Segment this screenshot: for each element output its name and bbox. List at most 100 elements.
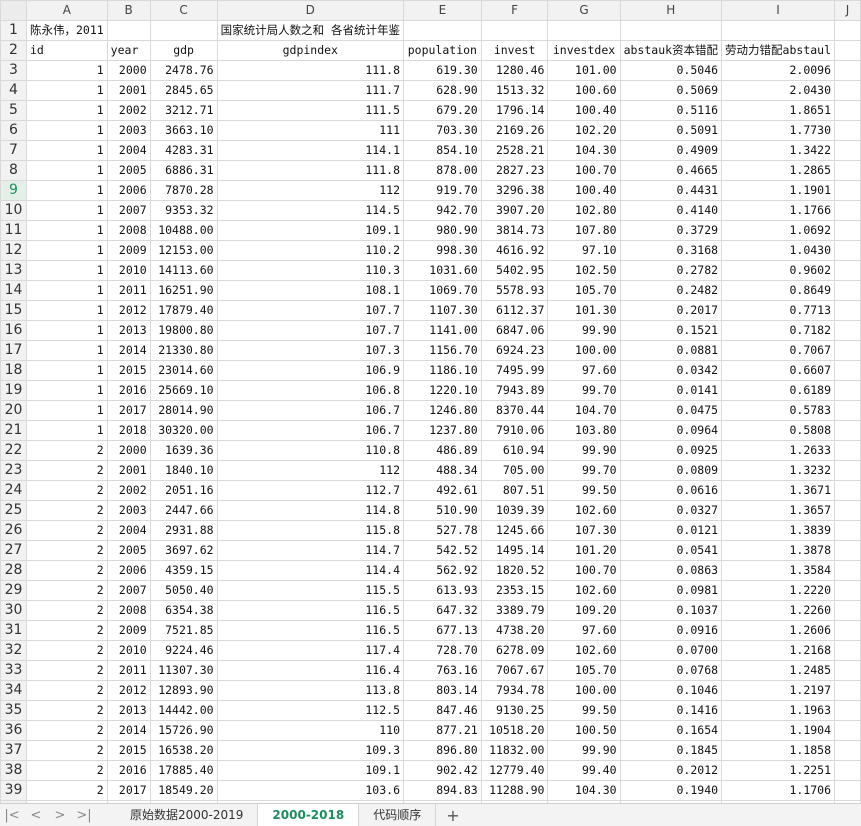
table-cell-investdex[interactable]: 99.90 [547,740,621,761]
header-cell-abstaul[interactable]: 劳动力错配abstaul [721,40,836,61]
row-header[interactable]: 37 [0,740,27,761]
table-cell-abstaul[interactable]: 0.7182 [721,320,836,341]
table-cell-abstaul[interactable]: 2.0096 [721,60,836,81]
table-cell-invest[interactable]: 5578.93 [480,280,549,301]
table-cell-gdp[interactable]: 3697.62 [149,540,218,561]
table-cell-population[interactable]: 527.78 [403,520,482,541]
row-header[interactable]: 21 [0,420,27,441]
table-cell-gdpindex[interactable]: 116.4 [216,660,405,681]
table-cell-year[interactable]: 2001 [106,460,151,481]
table-cell-gdpindex[interactable]: 115.8 [216,520,405,541]
table-cell-invest[interactable]: 3296.38 [480,180,549,201]
row-header[interactable]: 17 [0,340,27,361]
table-cell-investdex[interactable]: 100.70 [547,160,621,181]
table-cell-investdex[interactable]: 99.70 [547,380,621,401]
table-cell-gdpindex[interactable]: 111.8 [216,60,405,81]
table-cell-abstaul[interactable]: 1.3584 [721,560,836,581]
table-cell-population[interactable]: 510.90 [403,500,482,521]
table-cell-empty[interactable] [834,560,861,581]
row-header[interactable]: 6 [0,120,27,141]
table-cell-id[interactable]: 1 [25,380,108,401]
table-cell-abstauk[interactable]: 0.1521 [619,320,723,341]
header-cell-gdp[interactable]: gdp [149,40,218,61]
table-cell-gdp[interactable]: 10488.00 [149,220,218,241]
table-cell-abstaul[interactable]: 1.2485 [721,660,836,681]
row-header[interactable]: 11 [0,220,27,241]
table-cell-empty[interactable] [834,260,861,281]
table-cell-population[interactable]: 613.93 [403,580,482,601]
table-cell-population[interactable]: 878.00 [403,160,482,181]
table-cell-id[interactable]: 2 [25,600,108,621]
row-header[interactable]: 22 [0,440,27,461]
table-cell-invest[interactable]: 3389.79 [480,600,549,621]
table-cell-gdpindex[interactable]: 110.2 [216,240,405,261]
table-cell-abstauk[interactable]: 0.1046 [619,680,723,701]
table-cell-gdp[interactable]: 6886.31 [149,160,218,181]
table-cell-investdex[interactable]: 102.50 [547,260,621,281]
table-cell-investdex[interactable]: 101.20 [547,540,621,561]
row-header[interactable]: 15 [0,300,27,321]
table-cell-year[interactable]: 2014 [106,720,151,741]
table-cell-investdex[interactable]: 100.40 [547,100,621,121]
table-cell-invest[interactable]: 1039.39 [480,500,549,521]
table-cell-id[interactable]: 1 [25,360,108,381]
row-header[interactable]: 14 [0,280,27,301]
table-cell-abstauk[interactable]: 0.0768 [619,660,723,681]
table-cell-population[interactable]: 679.20 [403,100,482,121]
row-header[interactable]: 31 [0,620,27,641]
sheet-tab-code-order[interactable]: 代码顺序 [359,804,437,826]
table-cell-abstaul[interactable]: 1.2606 [721,620,836,641]
sheet-tab-2000-2018[interactable]: 2000-2018 [258,804,360,826]
column-header-b[interactable]: B [106,0,151,21]
table-cell-invest[interactable]: 5402.95 [480,260,549,281]
row-header[interactable]: 5 [0,100,27,121]
table-cell-invest[interactable]: 12779.40 [480,760,549,781]
table-cell-id[interactable]: 1 [25,140,108,161]
table-cell-id[interactable]: 1 [25,180,108,201]
row-header[interactable]: 28 [0,560,27,581]
table-cell-id[interactable]: 2 [25,620,108,641]
table-cell-invest[interactable]: 7943.89 [480,380,549,401]
table-cell-population[interactable]: 628.90 [403,80,482,101]
table-cell-id[interactable]: 1 [25,220,108,241]
table-cell-invest[interactable]: 4616.92 [480,240,549,261]
table-cell-population[interactable]: 1141.00 [403,320,482,341]
table-cell-gdp[interactable]: 18549.20 [149,780,218,801]
table-cell-abstaul[interactable]: 1.3422 [721,140,836,161]
table-cell-empty[interactable] [834,360,861,381]
table-cell-id[interactable]: 1 [25,340,108,361]
table-cell-id[interactable]: 1 [25,160,108,181]
table-cell-population[interactable]: 1069.70 [403,280,482,301]
table-cell-invest[interactable]: 807.51 [480,480,549,501]
table-cell-gdpindex[interactable]: 106.7 [216,420,405,441]
table-cell-population[interactable]: 854.10 [403,140,482,161]
table-cell-invest[interactable]: 705.00 [480,460,549,481]
table-cell-id[interactable]: 2 [25,700,108,721]
table-cell-year[interactable]: 2010 [106,260,151,281]
header-cell-gdpindex[interactable]: gdpindex [216,40,405,61]
table-cell-investdex[interactable]: 99.70 [547,460,621,481]
table-cell-abstauk[interactable]: 0.2012 [619,760,723,781]
table-cell-gdpindex[interactable]: 112 [216,180,405,201]
table-cell-abstaul[interactable]: 1.1963 [721,700,836,721]
table-cell-investdex[interactable]: 99.90 [547,440,621,461]
row-header[interactable]: 4 [0,80,27,101]
next-sheet-button[interactable]: > [48,808,72,823]
table-cell-empty[interactable] [834,760,861,781]
table-cell-gdpindex[interactable]: 106.7 [216,400,405,421]
table-cell-id[interactable]: 1 [25,420,108,441]
table-cell-gdpindex[interactable]: 114.8 [216,500,405,521]
table-cell-abstauk[interactable]: 0.0981 [619,580,723,601]
table-cell-id[interactable]: 2 [25,580,108,601]
table-cell-abstaul[interactable]: 1.2260 [721,600,836,621]
cell-table[interactable]: A B C D E F G H I J 1 陈永伟，2011 国家统计局人数之和… [0,0,861,803]
table-cell-gdp[interactable]: 16538.20 [149,740,218,761]
table-cell-abstaul[interactable]: 0.7713 [721,300,836,321]
table-cell-gdp[interactable]: 23014.60 [149,360,218,381]
table-cell-empty[interactable] [834,640,861,661]
table-cell-gdp[interactable]: 17885.40 [149,760,218,781]
table-cell-year[interactable]: 2007 [106,580,151,601]
table-cell-invest[interactable]: 6924.23 [480,340,549,361]
table-cell-population[interactable]: 619.30 [403,60,482,81]
table-cell-abstaul[interactable]: 0.8649 [721,280,836,301]
